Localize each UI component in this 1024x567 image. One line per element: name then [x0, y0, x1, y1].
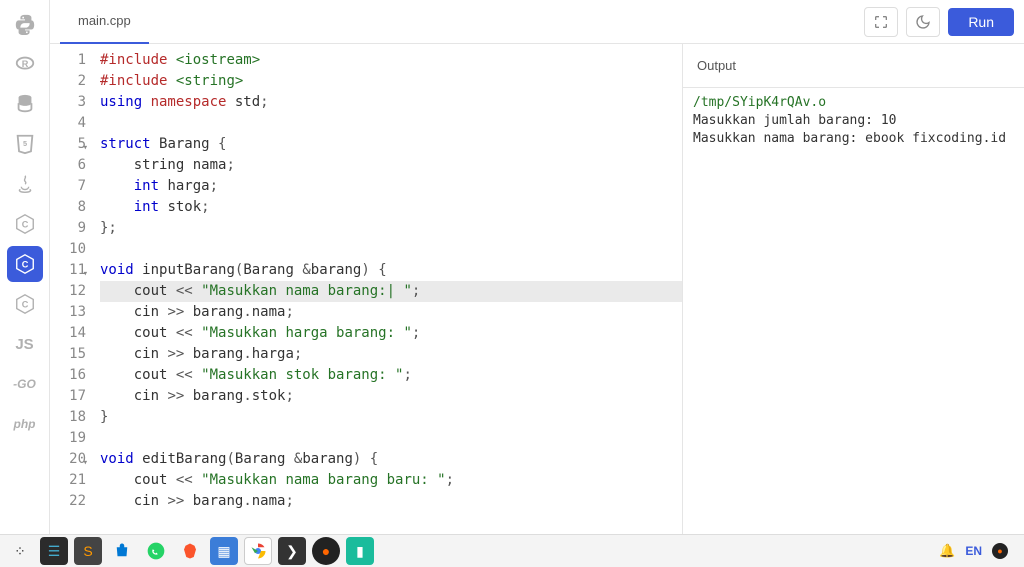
taskbar-files-icon[interactable]: ▦ — [210, 537, 238, 565]
taskbar-media-icon[interactable]: ● — [312, 537, 340, 565]
sidebar-lang-go[interactable]: -GO — [7, 366, 43, 402]
taskbar-chrome-icon[interactable] — [244, 537, 272, 565]
svg-text:C: C — [21, 220, 28, 230]
output-header: Output — [683, 44, 1024, 88]
output-body[interactable]: /tmp/SYipK4rQAv.oMasukkan jumlah barang:… — [683, 88, 1024, 534]
sidebar-lang-c2[interactable]: C — [7, 286, 43, 322]
run-button[interactable]: Run — [948, 8, 1014, 36]
sidebar-lang-html[interactable]: 5 — [7, 126, 43, 162]
main-area: main.cpp Run 123456789101112131415161718… — [50, 0, 1024, 534]
taskbar-terminal-icon[interactable]: ❯ — [278, 537, 306, 565]
sidebar-lang-c[interactable]: C — [7, 206, 43, 242]
app-root: R 5 C C C JS -GO php main.cpp Run 123456… — [0, 0, 1024, 534]
theme-button[interactable] — [906, 7, 940, 37]
sidebar-lang-r[interactable]: R — [7, 46, 43, 82]
sidebar: R 5 C C C JS -GO php — [0, 0, 50, 534]
svg-text:5: 5 — [22, 139, 26, 148]
taskbar-settings-icon[interactable]: ☰ — [40, 537, 68, 565]
taskbar-store-icon[interactable] — [108, 537, 136, 565]
power-icon[interactable]: ● — [992, 543, 1008, 559]
taskbar-sublime-icon[interactable]: S — [74, 537, 102, 565]
svg-text:C: C — [21, 300, 28, 310]
svg-text:C: C — [21, 260, 28, 270]
sidebar-lang-python[interactable] — [7, 6, 43, 42]
sidebar-lang-java[interactable] — [7, 166, 43, 202]
tab-filename: main.cpp — [78, 13, 131, 28]
notification-icon[interactable]: 🔔 — [939, 543, 955, 559]
fullscreen-button[interactable] — [864, 7, 898, 37]
taskbar: ⁘ ☰ S ▦ ❯ ● ▮ 🔔 EN ● — [0, 534, 1024, 567]
taskbar-whatsapp-icon[interactable] — [142, 537, 170, 565]
sidebar-lang-db[interactable] — [7, 86, 43, 122]
svg-text:R: R — [21, 59, 28, 69]
sidebar-lang-js[interactable]: JS — [7, 326, 43, 362]
tab-file[interactable]: main.cpp — [60, 0, 149, 44]
gutter: 12345678910111213141516171819202122 — [50, 44, 98, 534]
taskbar-app-icon[interactable]: ▮ — [346, 537, 374, 565]
code-area[interactable]: #include <iostream>#include <string>usin… — [98, 44, 682, 534]
taskbar-brave-icon[interactable] — [176, 537, 204, 565]
split-view: 12345678910111213141516171819202122 #inc… — [50, 44, 1024, 534]
code-editor[interactable]: 12345678910111213141516171819202122 #inc… — [50, 44, 682, 534]
sidebar-lang-php[interactable]: php — [7, 406, 43, 442]
output-pane: Output /tmp/SYipK4rQAv.oMasukkan jumlah … — [682, 44, 1024, 534]
sidebar-lang-csharp[interactable]: C — [7, 246, 43, 282]
taskbar-menu-icon[interactable]: ⁘ — [6, 537, 34, 565]
language-indicator[interactable]: EN — [965, 544, 982, 558]
topbar: main.cpp Run — [50, 0, 1024, 44]
